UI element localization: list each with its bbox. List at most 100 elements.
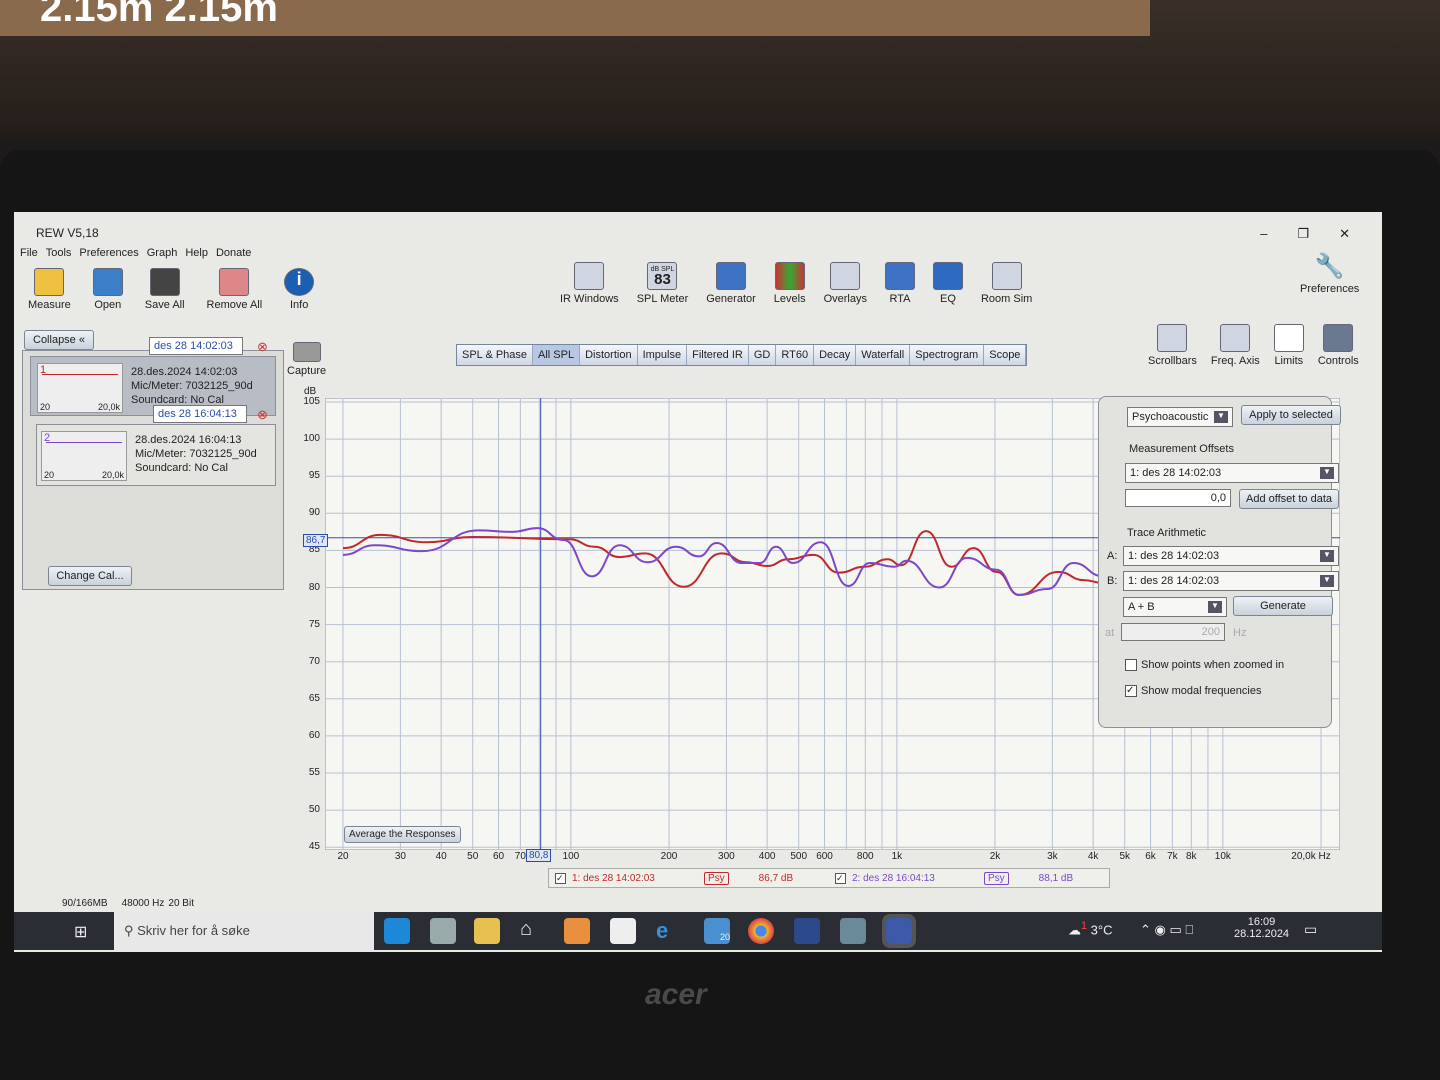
- remove-measurement-icon[interactable]: ⊗: [257, 339, 268, 355]
- show-modal-checkbox[interactable]: ✓ Show modal frequencies: [1125, 685, 1261, 697]
- chrome-icon[interactable]: [748, 918, 774, 944]
- tab-rt60[interactable]: RT60: [776, 345, 815, 365]
- trace-a-select[interactable]: 1: des 28 14:02:03 ▼: [1123, 546, 1339, 566]
- measurement-name-input[interactable]: des 28 14:02:03: [149, 337, 243, 355]
- collapse-button[interactable]: Collapse «: [24, 330, 94, 350]
- remove-measurement-icon[interactable]: ⊗: [257, 407, 268, 423]
- tab-decay[interactable]: Decay: [814, 345, 857, 365]
- apply-to-selected-button[interactable]: Apply to selected: [1241, 405, 1341, 425]
- average-responses-button[interactable]: Average the Responses: [344, 826, 461, 843]
- preferences-button[interactable]: 🔧 Preferences: [1300, 252, 1359, 295]
- offsets-title: Measurement Offsets: [1129, 443, 1234, 455]
- tab-spectrogram[interactable]: Spectrogram: [910, 345, 985, 365]
- document-icon[interactable]: [610, 918, 636, 944]
- save-all-button[interactable]: Save All: [145, 268, 185, 311]
- tab-scope[interactable]: Scope: [984, 345, 1027, 365]
- menu-graph[interactable]: Graph: [147, 247, 178, 259]
- limits-icon: [1273, 324, 1304, 352]
- tab-impulse[interactable]: Impulse: [637, 345, 688, 365]
- menu-preferences[interactable]: Preferences: [79, 247, 138, 259]
- generate-button[interactable]: Generate: [1233, 596, 1333, 616]
- chevron-down-icon: ▼: [1208, 601, 1222, 613]
- show-points-checkbox[interactable]: Show points when zoomed in: [1125, 659, 1284, 671]
- room-sim-button[interactable]: Room Sim: [981, 262, 1032, 305]
- offset-value-input[interactable]: 0,0: [1125, 489, 1231, 507]
- legend-item[interactable]: ✓ 2: des 28 16:04:13 Psy 88,1 dB: [829, 871, 1109, 885]
- measurement-mic: Mic/Meter: 7032125_90d: [131, 380, 253, 392]
- scrollbars-button[interactable]: Scrollbars: [1148, 324, 1197, 367]
- home-icon[interactable]: ⌂: [520, 918, 546, 944]
- controls-button[interactable]: Controls: [1318, 324, 1359, 367]
- trace-b-select[interactable]: 1: des 28 14:02:03 ▼: [1123, 571, 1339, 591]
- measurement-thumbnail: 1 20 20,0k: [37, 363, 123, 413]
- rta-button[interactable]: RTA: [884, 262, 915, 305]
- maximize-button[interactable]: ❐: [1297, 226, 1309, 241]
- smoothing-select[interactable]: Psychoacoustic ▼: [1127, 407, 1233, 427]
- tab-filtered-ir[interactable]: Filtered IR: [687, 345, 749, 365]
- notification-icon[interactable]: ▭: [1304, 921, 1317, 938]
- info-button[interactable]: i Info: [284, 268, 315, 311]
- add-offset-button[interactable]: Add offset to data: [1239, 489, 1339, 509]
- levels-button[interactable]: Levels: [774, 262, 806, 305]
- thumb-xmax: 20,0k: [101, 470, 124, 480]
- freq-axis-button[interactable]: Freq. Axis: [1211, 324, 1260, 367]
- open-button[interactable]: Open: [92, 268, 123, 311]
- system-tray-icons[interactable]: ⌃ ◉ ▭ ⎕: [1140, 922, 1193, 938]
- tab-spl-phase[interactable]: SPL & Phase: [457, 345, 534, 365]
- ir-windows-button[interactable]: IR Windows: [560, 262, 619, 305]
- generator-button[interactable]: Generator: [706, 262, 756, 305]
- weather-widget[interactable]: ☁1 3°C: [1068, 920, 1112, 938]
- limits-button[interactable]: Limits: [1273, 324, 1304, 367]
- y-tick-label: 70: [308, 655, 320, 667]
- app-icon[interactable]: [564, 918, 590, 944]
- collapse-label: Collapse: [33, 334, 76, 346]
- tab-all-spl[interactable]: All SPL: [533, 345, 581, 365]
- close-button[interactable]: ✕: [1339, 226, 1350, 241]
- measure-button[interactable]: Measure: [28, 268, 71, 311]
- label: RTA: [889, 293, 911, 305]
- chevron-down-icon: ▼: [1320, 467, 1334, 479]
- legend-checkbox[interactable]: ✓: [835, 872, 846, 884]
- store-icon[interactable]: [430, 918, 456, 944]
- mail-icon[interactable]: 20: [704, 918, 730, 944]
- x-tick-label: 40: [435, 851, 447, 862]
- minimize-button[interactable]: –: [1260, 226, 1267, 241]
- menu-tools[interactable]: Tools: [46, 247, 72, 259]
- menu-file[interactable]: File: [20, 247, 38, 259]
- weather-badge: 1: [1081, 920, 1088, 932]
- tab-waterfall[interactable]: Waterfall: [856, 345, 911, 365]
- file-explorer-icon[interactable]: [474, 918, 500, 944]
- internet-explorer-icon[interactable]: e: [656, 918, 682, 944]
- legend-item[interactable]: ✓ 1: des 28 14:02:03 Psy 86,7 dB: [549, 871, 829, 885]
- offset-measurement-select[interactable]: 1: des 28 14:02:03 ▼: [1125, 463, 1339, 483]
- label: SPL Meter: [636, 293, 689, 305]
- capture-button[interactable]: Capture: [287, 342, 326, 377]
- windows-start-icon[interactable]: ⊞: [74, 922, 87, 942]
- edge-icon[interactable]: [384, 918, 410, 944]
- monitor-text: 2.15m 2.15m: [40, 0, 278, 30]
- menu-donate[interactable]: Donate: [216, 247, 251, 259]
- room-sim-icon: [991, 262, 1022, 290]
- checkbox-label: Show points when zoomed in: [1141, 659, 1285, 671]
- search-box[interactable]: ⚲ Skriv her for å søke: [114, 912, 374, 950]
- operation-select[interactable]: A + B ▼: [1123, 597, 1227, 617]
- legend-value: 88,1 dB: [1038, 872, 1074, 884]
- remove-all-button[interactable]: Remove All: [207, 268, 262, 311]
- measurement-item-2[interactable]: des 28 16:04:13 2 20 20,0k 28.des.2024 16:…: [36, 405, 276, 486]
- overlays-button[interactable]: Overlays: [824, 262, 867, 305]
- tab-distortion[interactable]: Distortion: [580, 345, 638, 365]
- clock[interactable]: 16:09 28.12.2024: [1234, 916, 1289, 940]
- legend-checkbox[interactable]: ✓: [555, 872, 566, 884]
- cursor-level-readout: 86,7: [303, 534, 329, 547]
- dashlane-icon[interactable]: [794, 918, 820, 944]
- measurement-name-input[interactable]: des 28 16:04:13: [153, 405, 247, 423]
- eq-button[interactable]: EQ: [932, 262, 963, 305]
- measurement-soundcard: Soundcard: No Cal: [135, 462, 228, 474]
- vpn-icon[interactable]: [840, 918, 866, 944]
- rew-taskbar-icon[interactable]: [882, 914, 916, 948]
- tab-gd[interactable]: GD: [748, 345, 777, 365]
- menu-help[interactable]: Help: [185, 247, 208, 259]
- frequency-input[interactable]: 200: [1121, 623, 1225, 641]
- change-cal-button[interactable]: Change Cal...: [48, 566, 132, 586]
- spl-meter-button[interactable]: dB SPL 83 SPL Meter: [636, 262, 689, 305]
